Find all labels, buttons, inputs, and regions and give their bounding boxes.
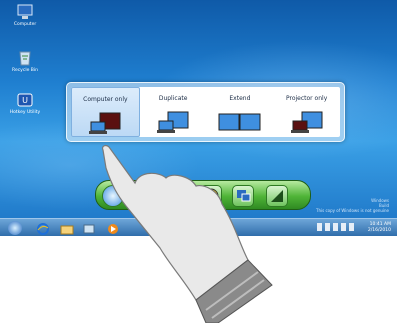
- pointing-hand-illustration: [101, 144, 273, 323]
